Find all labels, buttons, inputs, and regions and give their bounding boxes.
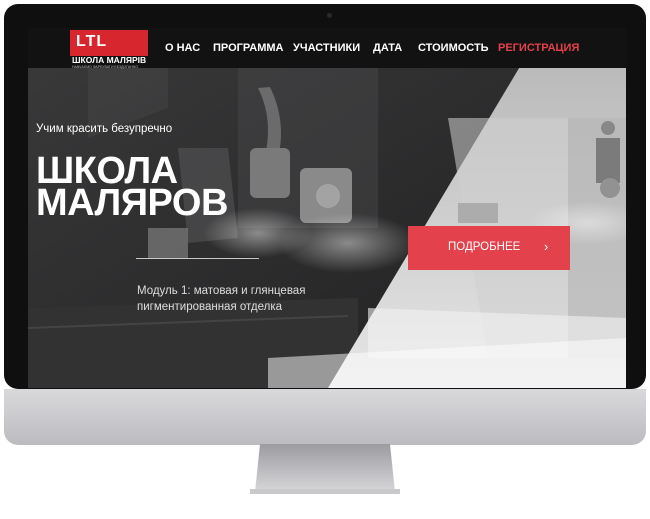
nav-item-price[interactable]: СТОИМОСТЬ xyxy=(418,42,489,54)
hero-title-line-2: МАЛЯРОВ xyxy=(36,182,228,224)
logo-school-name: ШКОЛА МАЛЯРІВ xyxy=(72,55,147,65)
more-details-label: ПОДРОБНЕЕ xyxy=(448,241,521,253)
logo-badge: LTL xyxy=(70,30,148,56)
chevron-right-icon: › xyxy=(544,239,549,254)
monitor-chin xyxy=(4,389,646,445)
nav-item-registration[interactable]: РЕГИСТРАЦИЯ xyxy=(498,42,579,54)
nav-item-participants[interactable]: УЧАСТНИКИ xyxy=(293,42,360,54)
module-line-2: пигментированная отделка xyxy=(137,301,283,313)
nav-item-date[interactable]: ДАТА xyxy=(373,42,402,54)
logo-tagline: НАВЧАЄМО ФАРБУВАТИ БЕЗДОГАННО xyxy=(72,65,138,69)
website-screen: LTL ШКОЛА МАЛЯРІВ НАВЧАЄМО ФАРБУВАТИ БЕЗ… xyxy=(28,28,626,388)
hero-divider xyxy=(136,258,259,259)
hero-title: ШКОЛА МАЛЯРОВ xyxy=(36,152,228,224)
top-navigation: LTL ШКОЛА МАЛЯРІВ НАВЧАЄМО ФАРБУВАТИ БЕЗ… xyxy=(28,28,626,69)
camera-icon xyxy=(327,13,332,18)
nav-item-about[interactable]: О НАС xyxy=(165,42,200,54)
module-line-1: Модуль 1: матовая и глянцевая xyxy=(137,285,306,297)
imac-monitor: LTL ШКОЛА МАЛЯРІВ НАВЧАЄМО ФАРБУВАТИ БЕЗ… xyxy=(4,4,646,389)
module-description: Модуль 1: матовая и глянцевая пигментиро… xyxy=(137,283,357,315)
more-details-button[interactable]: ПОДРОБНЕЕ › xyxy=(408,226,570,270)
nav-item-program[interactable]: ПРОГРАММА xyxy=(213,42,283,54)
hero-tagline: Учим красить безупречно xyxy=(36,123,173,135)
site-logo[interactable]: LTL ШКОЛА МАЛЯРІВ НАВЧАЄМО ФАРБУВАТИ БЕЗ… xyxy=(70,30,148,69)
logo-mark: LTL xyxy=(76,33,108,50)
monitor-stand xyxy=(250,444,400,494)
